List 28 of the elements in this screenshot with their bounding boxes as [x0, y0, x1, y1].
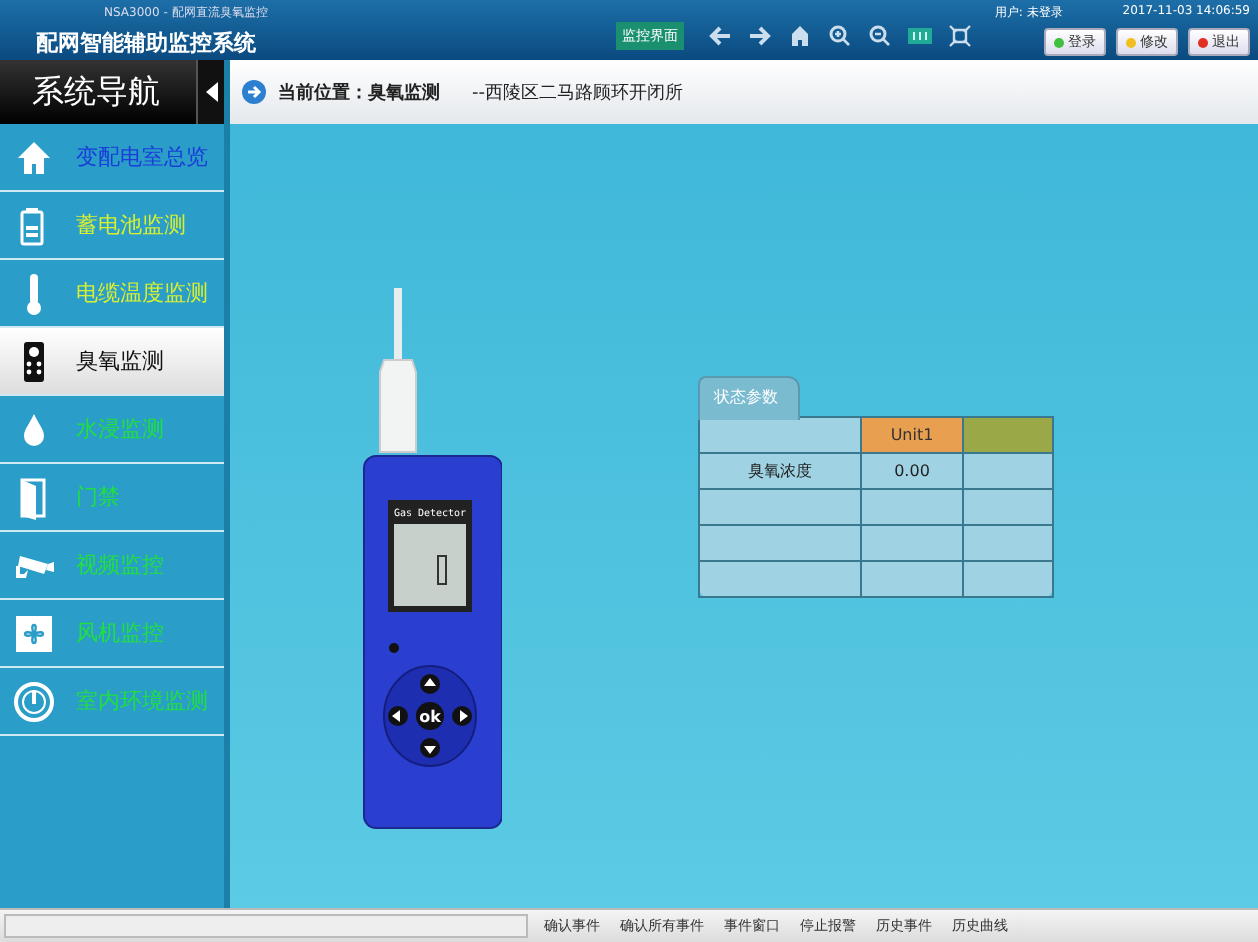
table-cell — [861, 489, 963, 525]
zoom-in-icon[interactable] — [828, 24, 852, 48]
current-location-label: 当前位置：臭氧监测 — [278, 81, 440, 105]
table-cell — [861, 561, 963, 597]
back-arrow-icon[interactable] — [708, 24, 732, 48]
fit-screen-icon[interactable] — [948, 24, 972, 48]
table-cell — [963, 453, 1053, 489]
table-cell — [963, 525, 1053, 561]
table-cell — [861, 525, 963, 561]
arrow-circle-icon — [242, 80, 266, 104]
table-cell — [963, 417, 1053, 453]
home-icon[interactable] — [788, 24, 812, 48]
fan-icon — [12, 611, 56, 655]
ok-key: ok — [419, 708, 441, 726]
table-cell — [963, 489, 1053, 525]
zoom-out-icon[interactable] — [868, 24, 892, 48]
app-title: 配网智能辅助监控系统 — [36, 28, 258, 58]
caret-left-icon — [205, 82, 217, 102]
forward-arrow-icon[interactable] — [748, 24, 772, 48]
nav-item[interactable]: 臭氧监测 — [0, 328, 224, 396]
actual-size-icon[interactable] — [908, 24, 932, 48]
table-cell: 0.00 — [861, 453, 963, 489]
column-header: Unit1 — [861, 417, 963, 453]
location-path: --西陵区二马路顾环开闭所 — [472, 81, 683, 105]
navigation-title: 系统导航 — [30, 71, 162, 113]
collapse-button[interactable] — [196, 60, 224, 124]
table-cell — [963, 561, 1053, 597]
table-cell: 臭氧浓度 — [699, 453, 861, 489]
